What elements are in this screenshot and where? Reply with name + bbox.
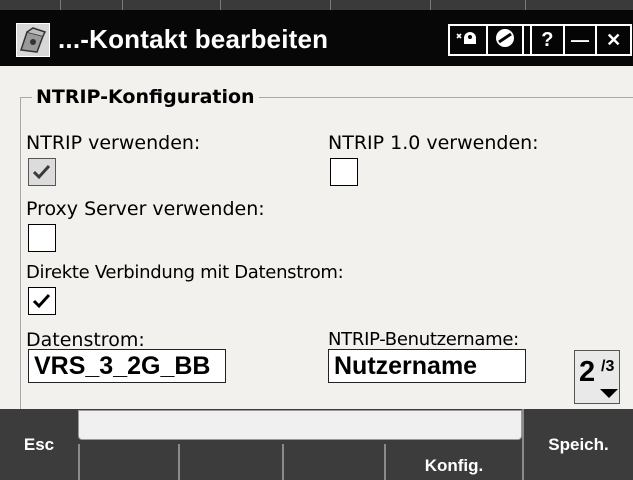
app-menu-icon[interactable] (16, 23, 50, 57)
softkey-1[interactable] (78, 444, 178, 480)
softkey-3[interactable] (282, 444, 384, 480)
ntrip10-checkbox[interactable] (330, 158, 358, 186)
username-input[interactable]: Nutzername (328, 349, 526, 383)
username-label: NTRIP-Benutzername: (328, 329, 519, 350)
top-strip (0, 0, 633, 10)
ntrip-use-checkbox[interactable] (28, 158, 56, 186)
no-entry-button[interactable] (488, 26, 524, 54)
softkey-2[interactable] (178, 444, 282, 480)
esc-button[interactable]: Esc (0, 409, 78, 480)
stream-label: Datenstrom: (26, 329, 145, 351)
no-entry-icon (494, 27, 516, 54)
proxy-label: Proxy Server verwenden: (26, 198, 265, 220)
page-selector-button[interactable]: 2 /3 (574, 350, 620, 404)
window-controls: ? — ✕ (530, 24, 632, 56)
direct-connection-label: Direkte Verbindung mit Datenstrom: (26, 262, 344, 283)
minimize-button[interactable]: — (565, 26, 598, 54)
ntrip-use-label: NTRIP verwenden: (26, 132, 201, 154)
status-strip (78, 410, 522, 440)
config-button[interactable]: Konfig. (384, 444, 522, 480)
keyboard-toggle-icon (455, 29, 481, 52)
close-button[interactable]: ✕ (597, 26, 630, 54)
save-button[interactable]: Speich. (522, 409, 633, 480)
checkmark-icon (32, 164, 51, 180)
stream-input[interactable]: VRS_3_2G_BB (28, 349, 226, 383)
chevron-down-icon (600, 389, 618, 398)
page-total: /3 (601, 358, 615, 375)
window-title: ...-Kontakt bearbeiten (58, 24, 329, 54)
group-legend: NTRIP-Konfiguration (32, 86, 259, 108)
ntrip10-label: NTRIP 1.0 verwenden: (328, 132, 539, 154)
proxy-checkbox[interactable] (28, 224, 56, 252)
help-button[interactable]: ? (532, 26, 565, 54)
direct-connection-checkbox[interactable] (28, 287, 56, 315)
checkmark-icon (32, 293, 51, 309)
keyboard-toggle-button[interactable] (450, 26, 488, 54)
page-current: 2 (579, 356, 596, 388)
